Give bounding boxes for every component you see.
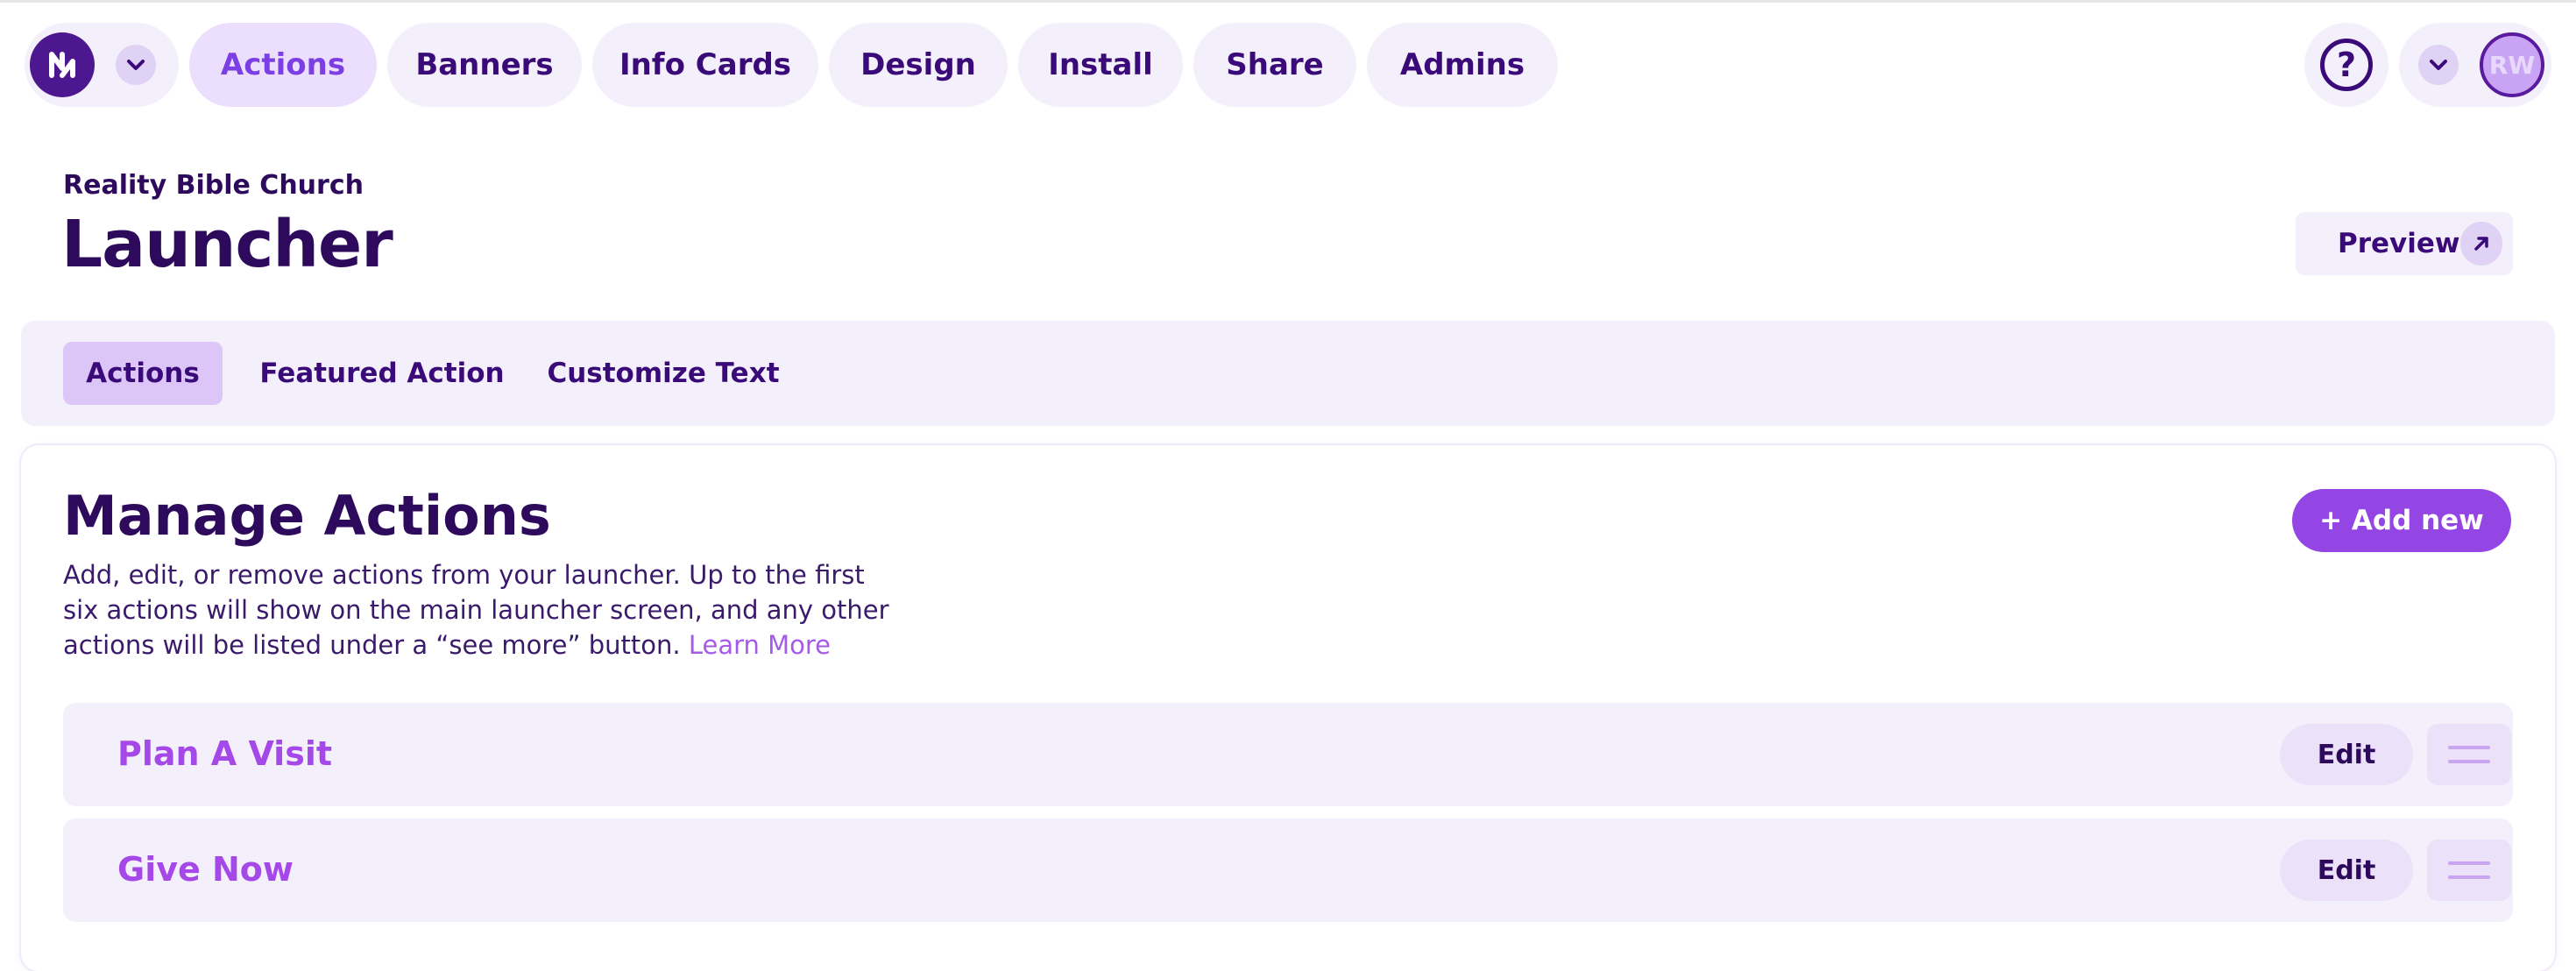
drag-handle-icon[interactable]: [2427, 840, 2511, 901]
launcher-subtabs: Actions Featured Action Customize Text: [21, 321, 2555, 426]
section-title: Manage Actions: [63, 484, 551, 548]
preview-label: Preview: [2338, 228, 2460, 259]
subtab-featured-action[interactable]: Featured Action: [244, 342, 520, 405]
question-icon: ?: [2320, 39, 2373, 91]
subtab-customize-text[interactable]: Customize Text: [531, 342, 796, 405]
nav-tab-actions[interactable]: Actions: [189, 23, 377, 107]
edit-button[interactable]: Edit: [2280, 840, 2413, 901]
nav-tab-design[interactable]: Design: [829, 23, 1008, 107]
brand-logo-icon[interactable]: [30, 32, 95, 97]
chevron-down-icon[interactable]: [116, 45, 156, 85]
drag-handle-icon[interactable]: [2427, 724, 2511, 785]
section-description: Add, edit, or remove actions from your l…: [63, 557, 904, 663]
top-nav-right: ? RW: [2304, 23, 2551, 107]
chevron-down-icon[interactable]: [2418, 45, 2459, 85]
action-label: Give Now: [117, 850, 294, 889]
top-nav: Actions Banners Info Cards Design Instal…: [25, 23, 1558, 107]
avatar[interactable]: RW: [2480, 32, 2544, 97]
nav-tab-install[interactable]: Install: [1018, 23, 1183, 107]
add-new-button[interactable]: + Add new: [2292, 489, 2511, 552]
organization-name: Reality Bible Church: [63, 170, 364, 201]
preview-button[interactable]: Preview: [2296, 212, 2513, 275]
workspace-switcher[interactable]: [25, 23, 179, 107]
list-item[interactable]: Plan A Visit Edit: [63, 703, 2513, 806]
external-link-arrow-icon: [2459, 222, 2502, 266]
nav-tab-admins[interactable]: Admins: [1367, 23, 1558, 107]
user-menu[interactable]: RW: [2399, 23, 2551, 107]
action-label: Plan A Visit: [117, 734, 333, 773]
window-top-border: [0, 0, 2576, 3]
list-item[interactable]: Give Now Edit: [63, 819, 2513, 922]
edit-button[interactable]: Edit: [2280, 724, 2413, 785]
nav-tab-info-cards[interactable]: Info Cards: [592, 23, 818, 107]
learn-more-link[interactable]: Learn More: [689, 630, 831, 660]
help-button[interactable]: ?: [2304, 23, 2388, 107]
subtab-actions[interactable]: Actions: [63, 342, 223, 405]
nav-tab-banners[interactable]: Banners: [387, 23, 582, 107]
nav-tab-share[interactable]: Share: [1193, 23, 1356, 107]
page-title: Launcher: [61, 207, 393, 282]
manage-actions-card: Manage Actions Add, edit, or remove acti…: [21, 445, 2555, 971]
